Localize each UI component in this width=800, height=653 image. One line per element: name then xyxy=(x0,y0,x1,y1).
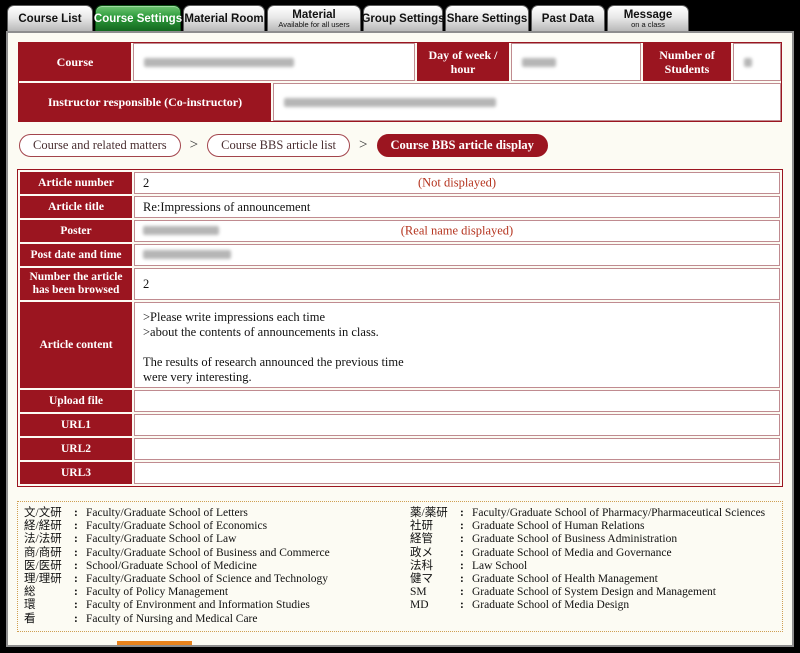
list-item: 総: Faculty of Policy Management xyxy=(24,586,229,599)
day-hour-label: Day of week / hour xyxy=(417,43,509,81)
course-info-header: Course Day of week / hour Number of Stud… xyxy=(18,42,782,122)
content-area: Course Day of week / hour Number of Stud… xyxy=(6,31,794,647)
table-row: Article number 2 (Not displayed) xyxy=(20,172,780,194)
article-title-label: Article title xyxy=(20,196,132,218)
url2-value xyxy=(134,438,780,460)
redacted-post-date-value xyxy=(143,249,231,259)
list-item: 商/商研: Faculty/Graduate School of Business… xyxy=(24,546,330,559)
disp-button-highlight: ▶DISP xyxy=(116,640,192,645)
list-item: 経/経研: Faculty/Graduate School of Economic… xyxy=(24,520,268,533)
table-row: URL3 xyxy=(20,462,780,484)
poster-value: (Real name displayed) xyxy=(134,220,780,242)
upload-file-value xyxy=(134,390,780,412)
tab-course-list[interactable]: Course List xyxy=(7,5,93,31)
tab-material-room[interactable]: Material Room xyxy=(183,5,265,31)
table-row: URL1 xyxy=(20,414,780,436)
article-number-label: Article number xyxy=(20,172,132,194)
redacted-instructor-value xyxy=(284,97,496,107)
breadcrumb-bbs-article-list[interactable]: Course BBS article list xyxy=(207,134,351,157)
redacted-poster-value xyxy=(143,225,219,235)
article-content-label: Article content xyxy=(20,302,132,388)
table-row: Article content >Please write impression… xyxy=(20,302,780,388)
breadcrumb-separator: > xyxy=(359,137,368,153)
article-number: 2 xyxy=(143,175,150,190)
url2-label: URL2 xyxy=(20,438,132,460)
url1-label: URL1 xyxy=(20,414,132,436)
tab-past-data[interactable]: Past Data xyxy=(531,5,605,31)
tab-label: Message xyxy=(623,8,673,21)
post-date-value xyxy=(134,244,780,266)
tab-course-settings[interactable]: Course Settings xyxy=(93,5,183,31)
legend-left-column: 文/文研: Faculty/Graduate School of Letters … xyxy=(24,507,402,626)
post-date-label: Post date and time xyxy=(20,244,132,266)
list-item: 健マ: Graduate School of Health Management xyxy=(410,573,658,586)
redacted-day-hour-value xyxy=(522,57,556,67)
page-frame: Course List Course Settings Material Roo… xyxy=(0,0,800,653)
url1-value xyxy=(134,414,780,436)
list-item: 文/文研: Faculty/Graduate School of Letters xyxy=(24,507,248,519)
tab-group-settings[interactable]: Group Settings xyxy=(361,5,445,31)
list-item: 社研: Graduate School of Human Relations xyxy=(410,520,645,533)
list-item: 政メ: Graduate School of Media and Governan… xyxy=(410,546,672,559)
list-item: MD: Graduate School of Media Design xyxy=(410,599,630,612)
poster-label: Poster xyxy=(20,220,132,242)
faculty-legend: 文/文研: Faculty/Graduate School of Letters … xyxy=(17,501,783,632)
breadcrumb-course-related-matters[interactable]: Course and related matters xyxy=(19,134,181,157)
list-item: 法科: Law School xyxy=(410,559,528,572)
tab-material-all-users[interactable]: Material Available for all users xyxy=(267,5,361,31)
table-row: Poster (Real name displayed) xyxy=(20,220,780,242)
redacted-students-value xyxy=(744,57,752,67)
breadcrumb: Course and related matters > Course BBS … xyxy=(19,134,783,157)
legend-right-column: 薬/薬研: Faculty/Graduate School of Pharmacy… xyxy=(410,507,776,626)
upload-file-label: Upload file xyxy=(20,390,132,412)
list-item: 経管: Graduate School of Business Administr… xyxy=(410,533,678,546)
tab-label: Material xyxy=(292,8,336,21)
tab-bar: Course List Course Settings Material Roo… xyxy=(6,3,794,31)
students-label: Number of Students xyxy=(643,43,731,81)
tab-label: Material Room xyxy=(184,12,264,25)
url3-label: URL3 xyxy=(20,462,132,484)
article-number-value: 2 (Not displayed) xyxy=(134,172,780,194)
table-row: Article title Re:Impressions of announce… xyxy=(20,196,780,218)
list-item: 医/医研: School/Graduate School of Medicine xyxy=(24,559,257,572)
breadcrumb-separator: > xyxy=(189,137,199,153)
action-button-row: ▶Reply ▶DISP ▶NON ▶Unav Memo Back xyxy=(19,640,783,645)
not-displayed-annotation: (Not displayed) xyxy=(417,175,497,190)
day-hour-value xyxy=(511,43,641,81)
article-content-text: >Please write impressions each time >abo… xyxy=(143,310,404,384)
instructor-label: Instructor responsible (Co-instructor) xyxy=(19,83,271,121)
course-label: Course xyxy=(19,43,131,81)
table-row: Upload file xyxy=(20,390,780,412)
tab-sublabel: on a class xyxy=(631,19,665,29)
list-item: 看: Faculty of Nursing and Medical Care xyxy=(24,612,258,625)
redacted-course-value xyxy=(144,57,294,67)
tab-label: Group Settings xyxy=(361,12,445,25)
tab-sublabel: Available for all users xyxy=(278,19,350,29)
course-value xyxy=(133,43,415,81)
url3-value xyxy=(134,462,780,484)
breadcrumb-bbs-article-display: Course BBS article display xyxy=(376,134,548,157)
tab-label: Past Data xyxy=(541,12,595,25)
real-name-annotation: (Real name displayed) xyxy=(400,223,514,238)
article-table: Article number 2 (Not displayed) Article… xyxy=(17,169,783,487)
table-row: Number the article has been browsed 2 xyxy=(20,268,780,300)
tab-message-on-class[interactable]: Message on a class xyxy=(607,5,689,31)
browsed-count-label: Number the article has been browsed xyxy=(20,268,132,300)
article-title-value: Re:Impressions of announcement xyxy=(134,196,780,218)
article-content-value: >Please write impressions each time >abo… xyxy=(134,302,780,388)
tab-label: Course List xyxy=(18,12,82,25)
list-item: 法/法研: Faculty/Graduate School of Law xyxy=(24,533,237,546)
list-item: 薬/薬研: Faculty/Graduate School of Pharmacy… xyxy=(410,507,766,519)
browsed-count-value: 2 xyxy=(134,268,780,300)
students-value xyxy=(733,43,781,81)
table-row: Post date and time xyxy=(20,244,780,266)
tab-share-settings[interactable]: Share Settings xyxy=(445,5,529,31)
list-item: 理/理研: Faculty/Graduate School of Science … xyxy=(24,573,329,586)
list-item: SM: Graduate School of System Design and … xyxy=(410,586,716,599)
instructor-value xyxy=(273,83,781,121)
table-row: URL2 xyxy=(20,438,780,460)
tab-label: Course Settings xyxy=(93,12,183,25)
list-item: 環: Faculty of Environment and Information… xyxy=(24,599,310,612)
tab-label: Share Settings xyxy=(446,12,528,25)
